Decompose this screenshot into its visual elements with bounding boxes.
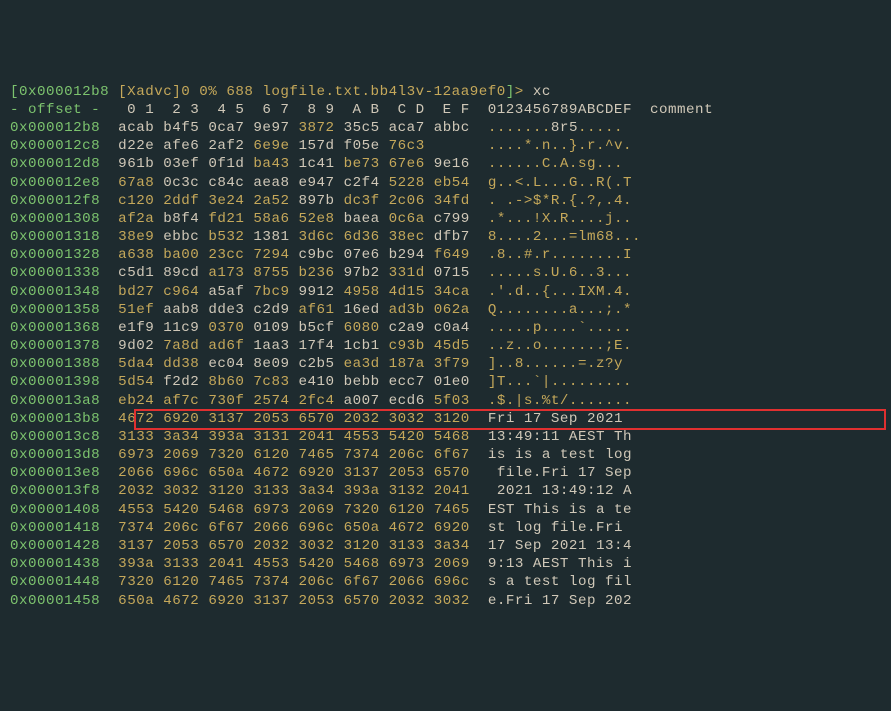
ascii-segment: g..<.L...G..R(.T bbox=[488, 175, 632, 191]
hex-row: 0x000012e8 67a8 0c3c c84c aea8 e947 c2f4… bbox=[10, 174, 881, 192]
ascii-segment: .*...!X.R....j.. bbox=[488, 211, 632, 227]
row-address: 0x00001328 bbox=[10, 247, 118, 263]
hex-row: 0x00001368 e1f9 11c9 0370 0109 b5cf 6080… bbox=[10, 319, 881, 337]
prompt-line[interactable]: [0x000012b8 [Xadvc]0 0% 688 logfile.txt.… bbox=[10, 83, 881, 101]
hex-row: 0x000013e8 2066 696c 650a 4672 6920 3137… bbox=[10, 464, 881, 482]
ascii-segment: is is a test log bbox=[488, 447, 632, 463]
row-address: 0x000013e8 bbox=[10, 465, 118, 481]
row-address: 0x00001308 bbox=[10, 211, 118, 227]
hex-row: 0x00001358 51ef aab8 dde3 c2d9 af61 16ed… bbox=[10, 301, 881, 319]
hex-row: 0x00001328 a638 ba00 23cc 7294 c9bc 07e6… bbox=[10, 246, 881, 264]
hex-row: 0x000012f8 c120 2ddf 3e24 2a52 897b dc3f… bbox=[10, 192, 881, 210]
ascii-segment: ]..8......=.z?y bbox=[488, 356, 623, 372]
header-offset-label: - offset - bbox=[10, 102, 118, 118]
ascii-segment: 9:13 AEST This i bbox=[488, 556, 632, 572]
row-address: 0x00001458 bbox=[10, 593, 118, 609]
hex-row: 0x000013d8 6973 2069 7320 6120 7465 7374… bbox=[10, 446, 881, 464]
row-address: 0x000012e8 bbox=[10, 175, 118, 191]
ascii-segment: s a test log fil bbox=[488, 574, 632, 590]
row-address: 0x00001338 bbox=[10, 265, 118, 281]
row-address: 0x00001378 bbox=[10, 338, 118, 354]
ascii-segment: ....... bbox=[488, 120, 551, 136]
row-address: 0x00001418 bbox=[10, 520, 118, 536]
row-address: 0x000013a8 bbox=[10, 393, 118, 409]
row-address: 0x00001438 bbox=[10, 556, 118, 572]
ascii-segment: 8....2...=lm68... bbox=[488, 229, 641, 245]
row-address: 0x00001318 bbox=[10, 229, 118, 245]
ascii-segment: .8..#.r........I bbox=[488, 247, 632, 263]
prompt-bracket: ] bbox=[506, 84, 515, 100]
ascii-segment: st log file.Fri bbox=[488, 520, 632, 536]
ascii-segment: 2021 13:49:12 A bbox=[488, 483, 632, 499]
row-address: 0x000012b8 bbox=[10, 120, 118, 136]
row-address: 0x00001368 bbox=[10, 320, 118, 336]
hex-row: 0x00001338 c5d1 89cd a173 8755 b236 97b2… bbox=[10, 264, 881, 282]
hex-row: 0x00001308 af2a b8f4 fd21 58a6 52e8 baea… bbox=[10, 210, 881, 228]
ascii-segment: 17 Sep 2021 13:4 bbox=[488, 538, 632, 554]
header-columns: 0 1 2 3 4 5 6 7 8 9 A B C D E F 01234567… bbox=[118, 102, 713, 118]
row-address: 0x00001428 bbox=[10, 538, 118, 554]
row-address: 0x000013f8 bbox=[10, 483, 118, 499]
row-address: 0x00001358 bbox=[10, 302, 118, 318]
prompt-command[interactable]: xc bbox=[533, 84, 551, 100]
row-address: 0x00001448 bbox=[10, 574, 118, 590]
ascii-segment: .....s.U.6..3... bbox=[488, 265, 632, 281]
ascii-segment: 13:49:11 AEST Th bbox=[488, 429, 632, 445]
hex-row: 0x00001458 650a 4672 6920 3137 2053 6570… bbox=[10, 592, 881, 610]
ascii-segment: Q........a...;.* bbox=[488, 302, 632, 318]
ascii-segment: .$.|s.%t/....... bbox=[488, 393, 632, 409]
prompt-context: [Xadvc]0 0% 688 logfile.txt.bb4l3v-12aa9… bbox=[109, 84, 506, 100]
prompt-bracket: [ bbox=[10, 84, 19, 100]
hex-row: 0x00001408 4553 5420 5468 6973 2069 7320… bbox=[10, 501, 881, 519]
ascii-segment: .....p....`..... bbox=[488, 320, 632, 336]
row-address: 0x00001408 bbox=[10, 502, 118, 518]
hex-row: 0x00001398 5d54 f2d2 8b60 7c83 e410 bebb… bbox=[10, 373, 881, 391]
prompt-address: 0x000012b8 bbox=[19, 84, 109, 100]
row-address: 0x000013b8 bbox=[10, 411, 118, 427]
hex-row: 0x00001418 7374 206c 6f67 2066 696c 650a… bbox=[10, 519, 881, 537]
hex-row: 0x000013b8 4672 6920 3137 2053 6570 2032… bbox=[10, 410, 881, 428]
ascii-segment: ..z..o.......;E. bbox=[488, 338, 632, 354]
ascii-segment: ]T...`|......... bbox=[488, 374, 632, 390]
ascii-segment: e.Fri 17 Sep 202 bbox=[488, 593, 632, 609]
row-address: 0x000012d8 bbox=[10, 156, 118, 172]
row-address: 0x000013d8 bbox=[10, 447, 118, 463]
hex-row: 0x000013a8 eb24 af7c 730f 2574 2fc4 a007… bbox=[10, 392, 881, 410]
row-address: 0x00001398 bbox=[10, 374, 118, 390]
hex-row: 0x000012b8 acab b4f5 0ca7 9e97 3872 35c5… bbox=[10, 119, 881, 137]
ascii-segment: EST This is a te bbox=[488, 502, 632, 518]
hex-row: 0x00001378 9d02 7a8d ad6f 1aa3 17f4 1cb1… bbox=[10, 337, 881, 355]
hex-row: 0x00001318 38e9 ebbc b532 1381 3d6c 6d36… bbox=[10, 228, 881, 246]
prompt-gt: > bbox=[515, 84, 533, 100]
column-header: - offset - 0 1 2 3 4 5 6 7 8 9 A B C D E… bbox=[10, 101, 881, 119]
hex-row: 0x00001428 3137 2053 6570 2032 3032 3120… bbox=[10, 537, 881, 555]
hex-row: 0x00001388 5da4 dd38 ec04 8e09 c2b5 ea3d… bbox=[10, 355, 881, 373]
ascii-segment: ......C.A.sg... bbox=[488, 156, 623, 172]
hexdump-viewer: [0x000012b8 [Xadvc]0 0% 688 logfile.txt.… bbox=[10, 83, 881, 610]
hex-row: 0x000013c8 3133 3a34 393a 3131 2041 4553… bbox=[10, 428, 881, 446]
row-address: 0x00001348 bbox=[10, 284, 118, 300]
hex-row: 0x00001438 393a 3133 2041 4553 5420 5468… bbox=[10, 555, 881, 573]
ascii-segment: .'.d..{...IXM.4. bbox=[488, 284, 632, 300]
hex-row: 0x00001348 bd27 c964 a5af 7bc9 9912 4958… bbox=[10, 283, 881, 301]
hex-row: 0x00001448 7320 6120 7465 7374 206c 6f67… bbox=[10, 573, 881, 591]
ascii-segment: ....*.n..}.r.^v. bbox=[488, 138, 632, 154]
ascii-segment: 8r5 bbox=[551, 120, 578, 136]
row-address: 0x000013c8 bbox=[10, 429, 118, 445]
row-address: 0x000012f8 bbox=[10, 193, 118, 209]
ascii-segment: ..... bbox=[578, 120, 623, 136]
ascii-segment: Fri 17 Sep 2021 bbox=[488, 411, 632, 427]
hex-row: 0x000012d8 961b 03ef 0f1d ba43 1c41 be73… bbox=[10, 155, 881, 173]
row-address: 0x000012c8 bbox=[10, 138, 118, 154]
hex-row: 0x000013f8 2032 3032 3120 3133 3a34 393a… bbox=[10, 482, 881, 500]
row-address: 0x00001388 bbox=[10, 356, 118, 372]
ascii-segment: file.Fri 17 Sep bbox=[488, 465, 632, 481]
hex-row: 0x000012c8 d22e afe6 2af2 6e9e 157d f05e… bbox=[10, 137, 881, 155]
ascii-segment: . .->$*R.{.?,.4. bbox=[488, 193, 632, 209]
